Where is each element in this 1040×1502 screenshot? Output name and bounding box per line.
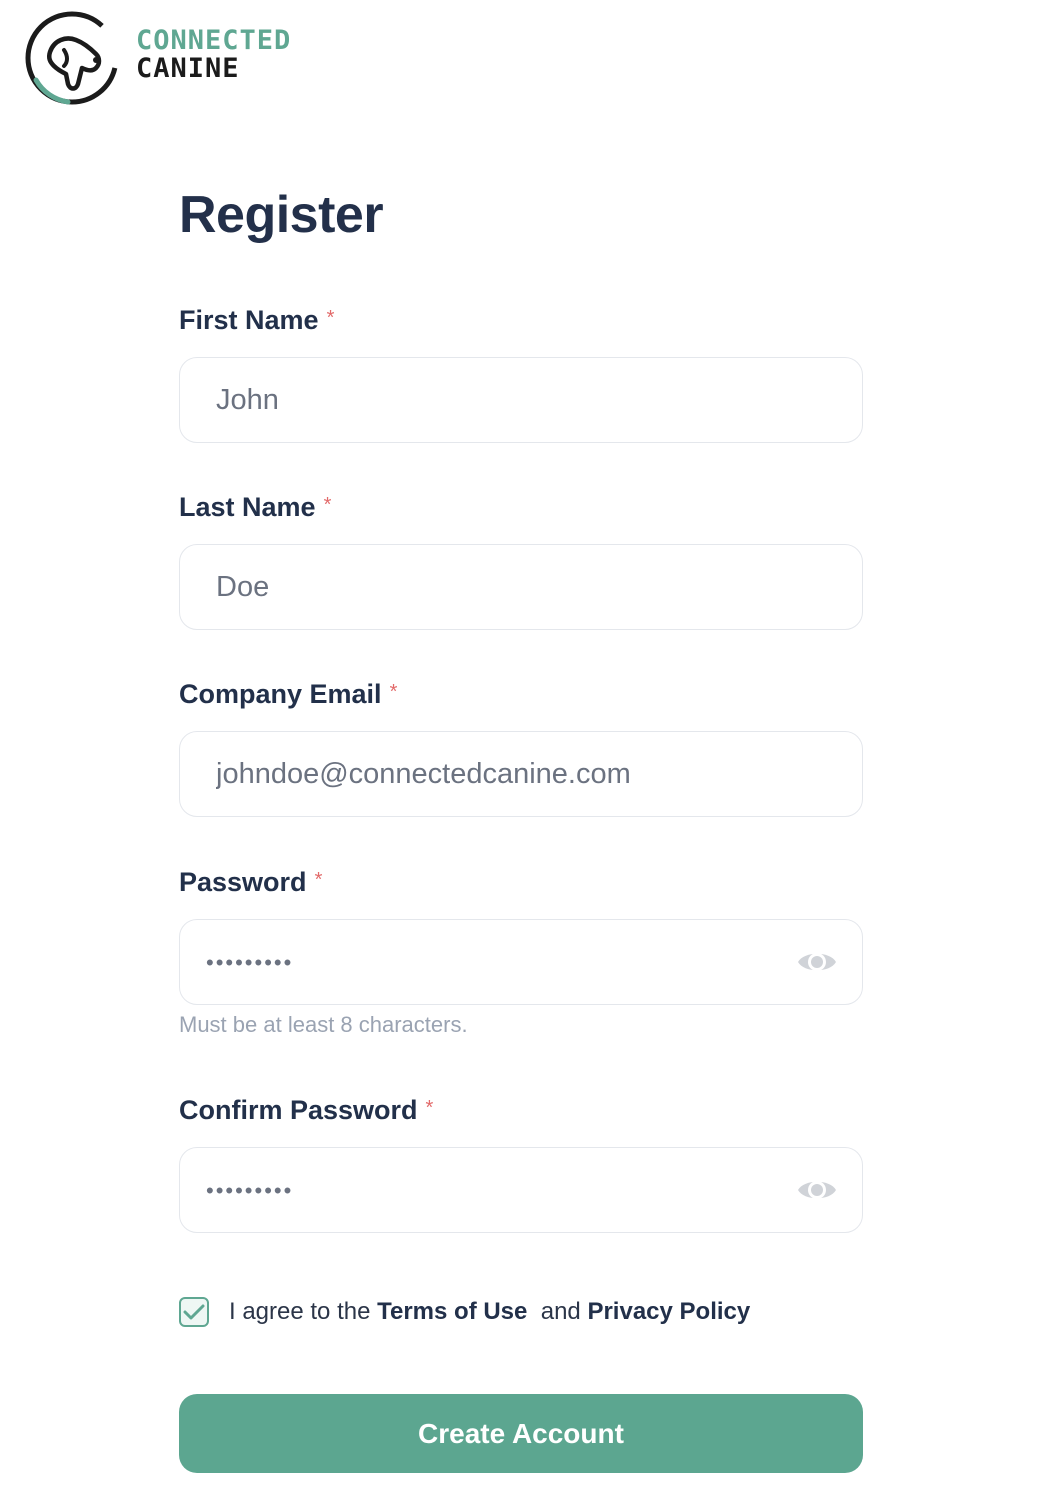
eye-icon[interactable] <box>796 1174 838 1206</box>
first-name-label-text: First Name <box>179 305 319 335</box>
last-name-label: Last Name * <box>179 490 331 524</box>
company-email-input[interactable] <box>216 732 776 816</box>
confirm-password-input[interactable]: ••••••••• <box>206 1148 293 1232</box>
password-field[interactable]: ••••••••• <box>179 919 863 1005</box>
brand-logo: CONNECTED CANINE <box>24 10 291 106</box>
brand-name-line2: CANINE <box>136 53 240 84</box>
create-account-button[interactable]: Create Account <box>179 1394 863 1473</box>
first-name-label: First Name * <box>179 303 334 337</box>
terms-of-use-link[interactable]: Terms of Use <box>377 1298 527 1325</box>
privacy-policy-link[interactable]: Privacy Policy <box>587 1298 750 1325</box>
company-email-label-text: Company Email <box>179 679 382 709</box>
last-name-input[interactable] <box>216 545 776 629</box>
company-email-label: Company Email * <box>179 677 397 711</box>
eye-icon[interactable] <box>796 946 838 978</box>
terms-agreement: I agree to the Terms of Use and Privacy … <box>179 1294 750 1330</box>
confirm-password-label-text: Confirm Password <box>179 1095 418 1125</box>
required-asterisk: * <box>323 494 332 516</box>
dog-head-logo-icon <box>25 11 119 105</box>
checkmark-icon <box>183 1304 205 1320</box>
password-label: Password * <box>179 865 322 899</box>
terms-checkbox[interactable] <box>179 1297 209 1327</box>
first-name-field[interactable] <box>179 357 863 443</box>
terms-prefix: I agree to the <box>229 1298 371 1325</box>
password-label-text: Password <box>179 867 307 897</box>
last-name-field[interactable] <box>179 544 863 630</box>
required-asterisk: * <box>326 307 335 329</box>
required-asterisk: * <box>314 869 323 891</box>
brand-name-line1: CONNECTED <box>136 25 292 56</box>
confirm-password-field[interactable]: ••••••••• <box>179 1147 863 1233</box>
brand-wordmark: CONNECTED CANINE <box>136 27 291 83</box>
required-asterisk: * <box>389 681 398 703</box>
terms-text: I agree to the Terms of Use and Privacy … <box>229 1298 750 1326</box>
terms-conjunction: and <box>540 1298 581 1325</box>
password-input[interactable]: ••••••••• <box>206 920 293 1004</box>
company-email-field[interactable] <box>179 731 863 817</box>
password-hint: Must be at least 8 characters. <box>179 1012 468 1037</box>
last-name-label-text: Last Name <box>179 492 316 522</box>
first-name-input[interactable] <box>216 358 776 442</box>
confirm-password-label: Confirm Password * <box>179 1093 433 1127</box>
required-asterisk: * <box>425 1097 434 1119</box>
page-title: Register <box>179 186 384 244</box>
